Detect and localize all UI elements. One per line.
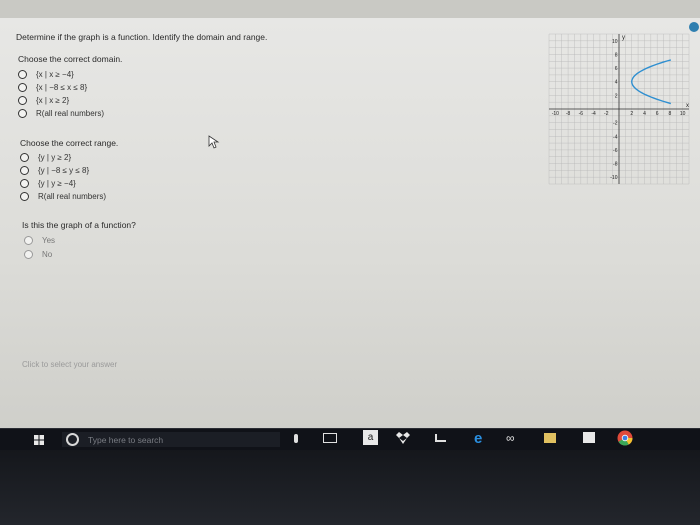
radio-button[interactable] <box>24 250 33 259</box>
radio-button[interactable] <box>18 96 27 105</box>
app-icon[interactable] <box>435 434 446 442</box>
x-tick-label: -10 <box>552 111 559 117</box>
file-explorer-icon[interactable] <box>544 433 556 443</box>
radio-button[interactable] <box>20 166 29 175</box>
radio-button[interactable] <box>20 192 29 201</box>
radio-button[interactable] <box>18 70 27 79</box>
range-option-2[interactable]: {y | −8 ≤ y ≤ 8} <box>20 166 89 175</box>
browser-top-strip <box>0 0 700 18</box>
x-tick-label: -6 <box>579 111 584 117</box>
x-tick-label: 6 <box>656 111 659 117</box>
taskbar-search-placeholder: Type here to search <box>88 434 164 445</box>
y-tick-label: -10 <box>610 175 617 181</box>
edge-icon[interactable]: e <box>474 431 482 446</box>
range-option-1[interactable]: {y | y ≥ 2} <box>20 153 71 162</box>
amazon-icon[interactable]: a <box>363 430 378 445</box>
y-tick-label: 2 <box>615 93 618 99</box>
y-tick-label: -8 <box>613 162 618 168</box>
windows-start-icon[interactable] <box>34 435 44 445</box>
domain-option-4[interactable]: R(all real numbers) <box>18 109 104 118</box>
domain-prompt: Choose the correct domain. <box>18 54 123 64</box>
x-axis-label: x <box>686 103 689 109</box>
y-tick-label: 6 <box>615 66 618 72</box>
mouse-cursor-icon <box>208 135 220 149</box>
y-tick-label: 8 <box>615 52 618 58</box>
infinity-icon[interactable]: ∞ <box>506 432 515 444</box>
range-option-3[interactable]: {y | y ≥ −4} <box>20 179 76 188</box>
y-tick-label: 4 <box>615 80 618 86</box>
x-tick-label: 4 <box>643 111 646 117</box>
hint-text: Click to select your answer <box>22 360 118 369</box>
function-prompt: Is this the graph of a function? <box>22 220 136 230</box>
store-icon[interactable] <box>583 432 595 443</box>
x-tick-label: -4 <box>591 111 596 117</box>
function-option-no[interactable]: No <box>24 250 52 259</box>
task-view-icon[interactable] <box>323 433 337 443</box>
y-axis-label: y <box>622 35 625 41</box>
screen: Determine if the graph is a function. Id… <box>0 0 700 428</box>
y-tick-label: -4 <box>613 134 618 140</box>
y-tick-label: -6 <box>613 148 618 154</box>
dropbox-icon[interactable] <box>396 432 410 444</box>
x-tick-label: 8 <box>669 111 672 117</box>
domain-option-2[interactable]: {x | −8 ≤ x ≤ 8} <box>18 83 87 92</box>
cortana-icon[interactable] <box>66 433 79 446</box>
x-tick-label: 2 <box>630 111 633 117</box>
radio-button[interactable] <box>18 109 27 118</box>
y-tick-label: 10 <box>612 39 618 45</box>
taskbar-search-box[interactable]: Type here to search <box>62 432 280 447</box>
x-tick-label: -8 <box>566 111 571 117</box>
graph-axes <box>549 34 689 184</box>
radio-button[interactable] <box>18 83 27 92</box>
radio-button[interactable] <box>20 153 29 162</box>
microphone-icon[interactable] <box>294 434 298 443</box>
function-option-yes[interactable]: Yes <box>24 236 55 245</box>
x-tick-label: 10 <box>680 111 686 117</box>
y-tick-label: -2 <box>613 121 618 127</box>
laptop-bezel <box>0 450 700 525</box>
x-tick-label: -2 <box>604 111 609 117</box>
range-option-4[interactable]: R(all real numbers) <box>20 192 106 201</box>
domain-option-1[interactable]: {x | x ≥ −4} <box>18 70 74 79</box>
domain-option-3[interactable]: {x | x ≥ 2} <box>18 96 69 105</box>
radio-button[interactable] <box>24 236 33 245</box>
coordinate-graph: 10 8 6 4 2 -2 -4 -6 -8 -10 -10 -8 -6 -4 -2 2 4 6 8 10 y x <box>548 33 690 185</box>
question-prompt: Determine if the graph is a function. Id… <box>16 32 268 42</box>
chrome-icon[interactable] <box>617 430 633 446</box>
range-prompt: Choose the correct range. <box>20 138 119 148</box>
radio-button[interactable] <box>20 179 29 188</box>
